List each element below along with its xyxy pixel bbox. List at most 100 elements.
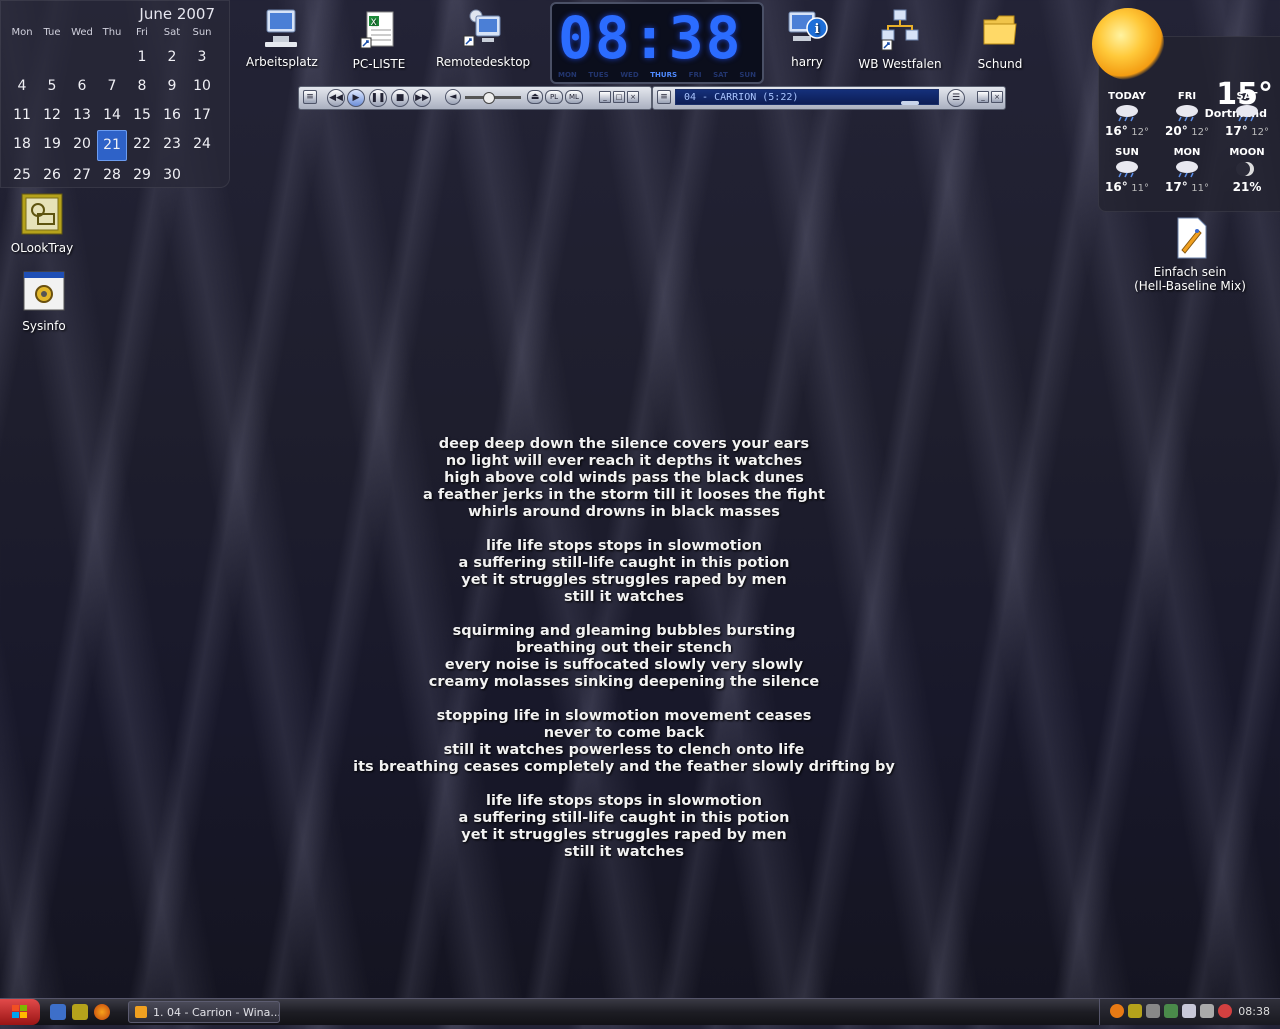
ie-icon[interactable] [50,1004,66,1020]
calendar-day[interactable]: 28 [97,161,127,190]
lyrics-stanza: life life stops stops in slowmotion a suf… [340,538,908,606]
taskbar-button-winamp[interactable]: 1. 04 - Carrion - Wina... [128,1001,280,1023]
minimize-icon[interactable]: _ [977,91,989,103]
icon-label: Remotedesktop [436,55,531,69]
calendar-day[interactable]: 10 [187,72,217,101]
seek-slider[interactable] [901,101,919,105]
calendar-weekday: Mon [11,27,33,38]
playlist-button[interactable]: PL [545,90,563,104]
lyrics-line: a suffering still-life caught in this po… [458,555,790,571]
forecast-day: MON 17° 11° [1159,147,1215,194]
taskbar: 1. 04 - Carrion - Wina... 08:38 [0,998,1280,1025]
calendar-day[interactable]: 8 [127,72,157,101]
calendar-day[interactable]: 27 [67,161,97,190]
tray-security-icon[interactable] [1182,1004,1196,1018]
icon-label-line2: (Hell-Baseline Mix) [1134,279,1246,293]
olooktray-quicklaunch-icon[interactable] [72,1004,88,1020]
calendar-day[interactable]: 26 [37,161,67,190]
calendar-day[interactable]: 20 [67,130,97,159]
desktop-icon-wb-westfalen[interactable]: WB Westfalen [856,8,944,71]
forecast-day: SAT 17° 12° [1219,91,1275,138]
calendar-day[interactable]: 24 [187,130,217,159]
calendar-day[interactable]: 3 [187,43,217,72]
calendar-day[interactable]: 30 [157,161,187,190]
desktop-icon-olooktray[interactable]: OLookTray [8,192,76,255]
desktop-icon-remotedesktop[interactable]: Remotedesktop [436,6,531,69]
calendar-gadget: June 2007 Mon Tue Wed Thu Fri Sat Sun 1 2 3 4 5 6 7 8 9… [0,0,230,188]
calendar-day[interactable]: 25 [7,161,37,190]
tray-olook-icon[interactable] [1128,1004,1142,1018]
forecast-low: 12° [1251,127,1269,138]
pause-button[interactable]: ❚❚ [369,89,387,107]
lyrics-line: still it watches powerless to clench ont… [443,742,805,758]
lyrics-stanza: stopping life in slowmotion movement cea… [340,708,908,776]
calendar-day[interactable]: 1 [127,43,157,72]
calendar-day[interactable]: 13 [67,101,97,130]
close-icon[interactable]: × [627,91,639,103]
desktop-icon-einfach-sein[interactable]: Einfach sein (Hell-Baseline Mix) [1132,216,1248,293]
clock-weekdays: MON TUES WED THURS FRI SAT SUN [558,71,756,79]
calendar-day[interactable]: 5 [37,72,67,101]
calendar-day[interactable]: 4 [7,72,37,101]
desktop-icon-sysinfo[interactable]: Sysinfo [14,270,74,333]
calendar-day[interactable]: 16 [157,101,187,130]
icon-label: OLookTray [10,241,74,255]
desktop-icon-arbeitsplatz[interactable]: Arbeitsplatz [246,6,318,69]
calendar-day[interactable]: 23 [157,130,187,159]
forecast-label: MON [1173,147,1201,158]
info-computer-icon: i [788,11,828,41]
calendar-day[interactable]: 12 [37,101,67,130]
forecast-label: MOON [1229,147,1265,158]
tray-clock[interactable]: 08:38 [1238,1005,1270,1018]
previous-button[interactable]: ◀◀ [327,89,345,107]
calendar-day[interactable]: 14 [97,101,127,130]
lyrics-line: no light will ever reach it depths it wa… [445,453,803,469]
lyrics-stanza: squirming and gleaming bubbles bursting b… [340,623,908,691]
calendar-day[interactable]: 19 [37,130,67,159]
eject-button[interactable]: ⏏ [527,90,543,104]
volume-slider-knob[interactable] [483,92,495,104]
calendar-day[interactable]: 29 [127,161,157,190]
tray-monitor-icon[interactable] [1200,1004,1214,1018]
menu-icon[interactable]: ≡ [657,90,671,104]
desktop-icon-harry[interactable]: i harry [776,6,838,69]
firefox-icon[interactable] [94,1004,110,1020]
equalizer-button[interactable]: ☰ [947,89,965,107]
media-library-button[interactable]: ML [565,90,583,104]
lyrics-line: squirming and gleaming bubbles bursting [452,623,796,639]
tray-antivirus-icon[interactable] [1218,1004,1232,1018]
volume-icon[interactable]: ◄ [445,89,461,105]
tray-firefox-icon[interactable] [1110,1004,1124,1018]
calendar-day[interactable]: 7 [97,72,127,101]
desktop-icon-schund[interactable]: Schund [970,8,1030,71]
tray-shield-icon[interactable] [1146,1004,1160,1018]
calendar-day[interactable]: 11 [7,101,37,130]
calendar-day[interactable]: 17 [187,101,217,130]
close-icon[interactable]: × [991,91,1003,103]
start-button[interactable] [0,999,40,1025]
forecast-high: 21% [1232,180,1262,194]
menu-icon[interactable]: ≡ [303,90,317,104]
desktop-icon-pc-liste[interactable]: X PC-LISTE [344,8,414,71]
calendar-day[interactable]: 15 [127,101,157,130]
tray-network-icon[interactable] [1164,1004,1178,1018]
next-button[interactable]: ▶▶ [413,89,431,107]
track-display-bar: ≡ 04 - CARRION (5:22) ☰ _ × [652,86,1006,110]
restore-icon[interactable]: □ [613,91,625,103]
calendar-day[interactable]: 6 [67,72,97,101]
forecast-day: TODAY 16° 12° [1099,91,1155,138]
stop-button[interactable]: ■ [391,89,409,107]
windows-logo-icon [12,1005,27,1018]
calendar-day[interactable]: 18 [7,130,37,159]
calendar-day[interactable]: 22 [127,130,157,159]
lyrics-line: stopping life in slowmotion movement cea… [436,708,812,724]
minimize-icon[interactable]: _ [599,91,611,103]
volume-slider[interactable] [465,92,521,104]
calendar-day[interactable]: 9 [157,72,187,101]
play-button[interactable]: ▶ [347,89,365,107]
calendar-day[interactable]: 2 [157,43,187,72]
calendar-day-today[interactable]: 21 [97,130,127,161]
forecast-high: 17° [1225,124,1248,138]
lyrics-line: still it watches [564,844,684,860]
lyrics-line: every noise is suffocated slowly very sl… [444,657,804,673]
